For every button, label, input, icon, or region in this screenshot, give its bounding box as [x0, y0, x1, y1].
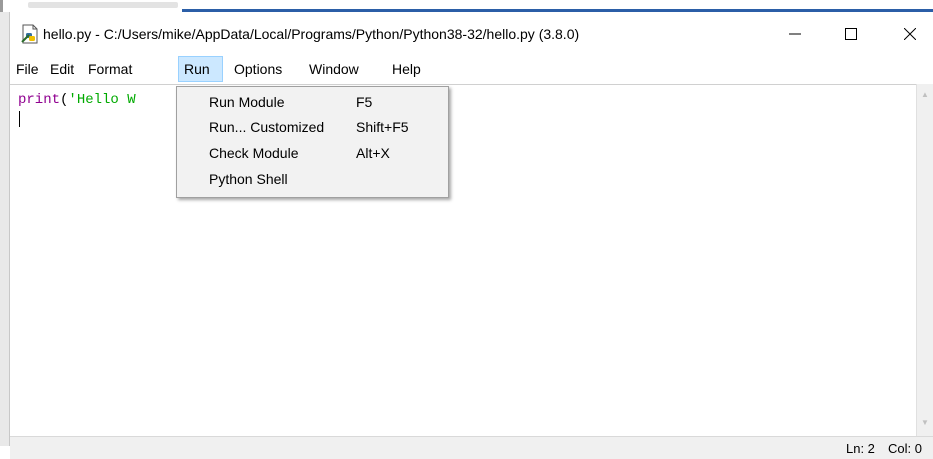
- title-bar[interactable]: hello.py - C:/Users/mike/AppData/Local/P…: [10, 12, 933, 56]
- background-window-edge: [0, 0, 3, 12]
- code-line-1: print('Hello W: [18, 92, 136, 108]
- menu-window[interactable]: Window: [307, 56, 361, 82]
- code-editor[interactable]: print('Hello W: [10, 84, 916, 437]
- menu-run[interactable]: Run: [178, 56, 223, 82]
- menu-item-shortcut: Alt+X: [356, 145, 390, 161]
- idle-editor-window: hello.py - C:/Users/mike/AppData/Local/P…: [10, 12, 933, 459]
- minimize-icon: [789, 33, 801, 35]
- menu-item-shortcut: Shift+F5: [356, 119, 409, 135]
- menu-item-shortcut: F5: [356, 94, 373, 110]
- menu-item-label: Run... Customized: [209, 119, 325, 135]
- status-column: Col: 0: [888, 441, 922, 456]
- scroll-down-icon[interactable]: ▼: [921, 418, 929, 427]
- text-caret: [19, 111, 20, 127]
- menu-help[interactable]: Help: [390, 56, 423, 82]
- background-window-strip: [0, 0, 933, 12]
- python-shell-item[interactable]: Python Shell: [177, 167, 448, 191]
- background-window-title: [28, 2, 178, 8]
- close-icon: [904, 28, 916, 40]
- run-customized-item[interactable]: Run... Customized Shift+F5: [177, 115, 448, 139]
- window-title: hello.py - C:/Users/mike/AppData/Local/P…: [43, 26, 580, 42]
- run-module-item[interactable]: Run Module F5: [177, 90, 448, 114]
- menu-format[interactable]: Format: [86, 56, 134, 82]
- maximize-button[interactable]: [828, 12, 874, 56]
- menu-item-label: Run Module: [209, 94, 285, 110]
- code-keyword: print: [18, 92, 61, 108]
- menu-edit[interactable]: Edit: [48, 56, 76, 82]
- minimize-button[interactable]: [772, 12, 818, 56]
- maximize-icon: [845, 28, 857, 40]
- status-line: Ln: 2: [846, 441, 875, 456]
- menu-bar: File Edit Format Run Options Window Help: [10, 56, 933, 82]
- close-button[interactable]: [887, 12, 933, 56]
- background-window-edge: [0, 12, 10, 446]
- code-string: 'Hello W: [68, 92, 136, 108]
- scroll-up-icon[interactable]: ▲: [921, 90, 929, 99]
- python-idle-file-icon: [21, 24, 38, 44]
- run-menu-dropdown: Run Module F5 Run... Customized Shift+F5…: [176, 86, 449, 198]
- vertical-scrollbar[interactable]: ▲ ▼: [916, 84, 933, 436]
- menu-item-label: Python Shell: [209, 171, 288, 187]
- menu-item-label: Check Module: [209, 145, 299, 161]
- menu-options[interactable]: Options: [232, 56, 284, 82]
- menu-file[interactable]: File: [14, 56, 41, 82]
- status-bar: Ln: 2 Col: 0: [10, 436, 933, 459]
- check-module-item[interactable]: Check Module Alt+X: [177, 141, 448, 165]
